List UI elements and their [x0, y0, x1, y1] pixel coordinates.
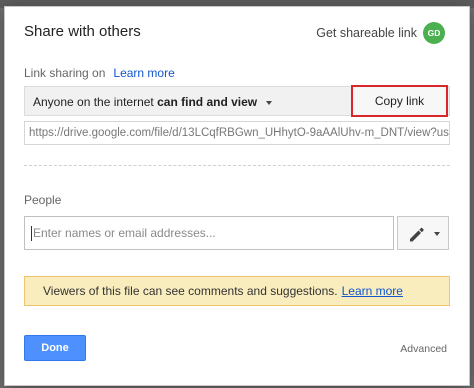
permission-edit-button[interactable]: [397, 216, 449, 250]
get-link-badge-icon[interactable]: GD: [423, 22, 445, 44]
sharing-level-dropdown[interactable]: Anyone on the internet can find and view: [33, 95, 273, 109]
notice-text: Viewers of this file can see comments an…: [43, 284, 338, 298]
dialog-title: Share with others: [24, 23, 141, 40]
link-sharing-bar: Anyone on the internet can find and view…: [24, 85, 450, 117]
sharing-level-permission: can find and view: [157, 95, 258, 109]
get-shareable-link[interactable]: Get shareable link: [316, 26, 417, 40]
share-url-field[interactable]: https://drive.google.com/file/d/13LCqfRB…: [24, 121, 450, 145]
people-label: People: [24, 193, 62, 207]
chevron-down-icon: [266, 100, 273, 105]
sharing-level-prefix: Anyone on the internet: [33, 95, 154, 109]
chevron-down-icon: [434, 232, 440, 236]
section-divider: [24, 165, 450, 166]
done-button[interactable]: Done: [24, 335, 86, 361]
link-sharing-label: Link sharing on: [24, 66, 106, 80]
share-dialog: Share with others Get shareable link GD …: [4, 6, 470, 386]
link-sharing-status: Link sharing on Learn more: [24, 66, 175, 80]
link-sharing-learn-more[interactable]: Learn more: [113, 66, 174, 80]
pencil-icon: [410, 227, 424, 242]
copy-link-button[interactable]: Copy link: [351, 85, 448, 117]
people-input[interactable]: Enter names or email addresses...: [24, 216, 394, 250]
advanced-link[interactable]: Advanced: [400, 343, 447, 355]
comments-notice: Viewers of this file can see comments an…: [24, 276, 450, 306]
notice-learn-more[interactable]: Learn more: [342, 284, 403, 298]
